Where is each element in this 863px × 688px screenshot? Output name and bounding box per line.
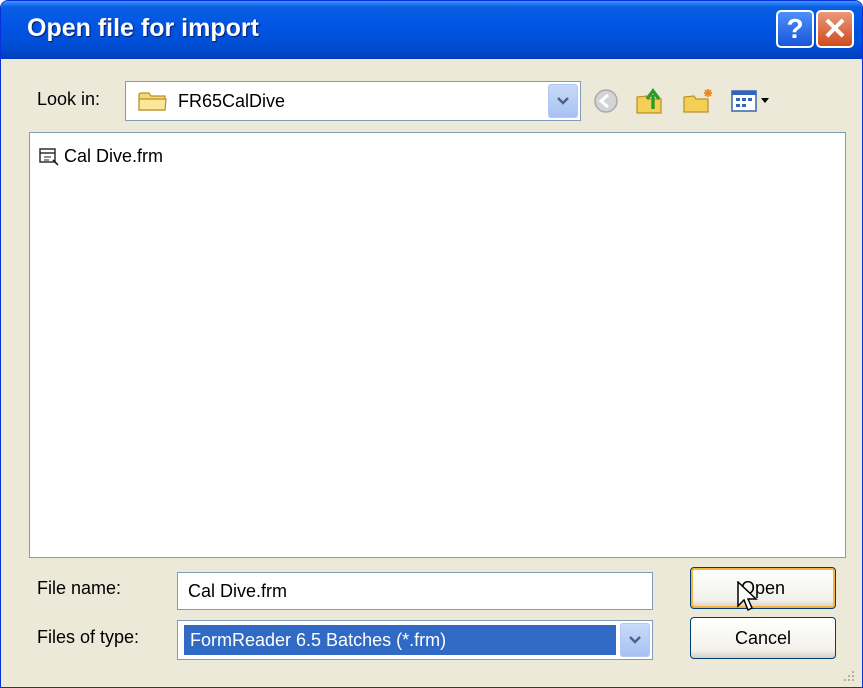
chevron-down-icon [557, 97, 569, 105]
file-name-input[interactable] [177, 572, 653, 610]
resize-grip-icon[interactable] [842, 669, 856, 683]
views-menu-icon[interactable] [728, 85, 778, 117]
title-bar[interactable]: Open file for import ? ✕ [1, 1, 862, 59]
files-of-type-dropdown-arrow[interactable] [620, 623, 650, 657]
file-name: Cal Dive.frm [64, 146, 164, 166]
files-of-type-dropdown[interactable]: FormReader 6.5 Batches (*.frm) [177, 620, 653, 660]
close-icon: ✕ [822, 12, 848, 46]
folder-icon [138, 92, 167, 111]
file-list[interactable]: Cal Dive.frm [29, 132, 846, 558]
dialog-title: Open file for import [27, 14, 259, 42]
look-in-value: FR65CalDive [178, 91, 286, 111]
close-button[interactable]: ✕ [816, 10, 854, 48]
cancel-button[interactable]: Cancel [690, 617, 836, 659]
look-in-label: Look in: [37, 89, 101, 109]
chevron-down-icon [629, 636, 641, 644]
files-of-type-label: Files of type: [37, 627, 140, 647]
look-in-dropdown-arrow[interactable] [548, 84, 578, 118]
look-in-dropdown[interactable]: FR65CalDive [125, 81, 581, 121]
file-name-label: File name: [37, 578, 122, 598]
open-file-dialog: Open file for import ? ✕ Look in: FR65Ca… [0, 0, 863, 688]
up-folder-icon[interactable] [633, 85, 667, 117]
new-folder-icon[interactable] [681, 85, 715, 117]
help-button[interactable]: ? [776, 10, 814, 48]
form-batch-icon [39, 148, 59, 166]
files-of-type-value: FormReader 6.5 Batches (*.frm) [184, 625, 616, 655]
back-icon[interactable] [589, 85, 623, 117]
open-button[interactable]: Open [690, 567, 836, 609]
help-icon: ? [786, 13, 804, 44]
